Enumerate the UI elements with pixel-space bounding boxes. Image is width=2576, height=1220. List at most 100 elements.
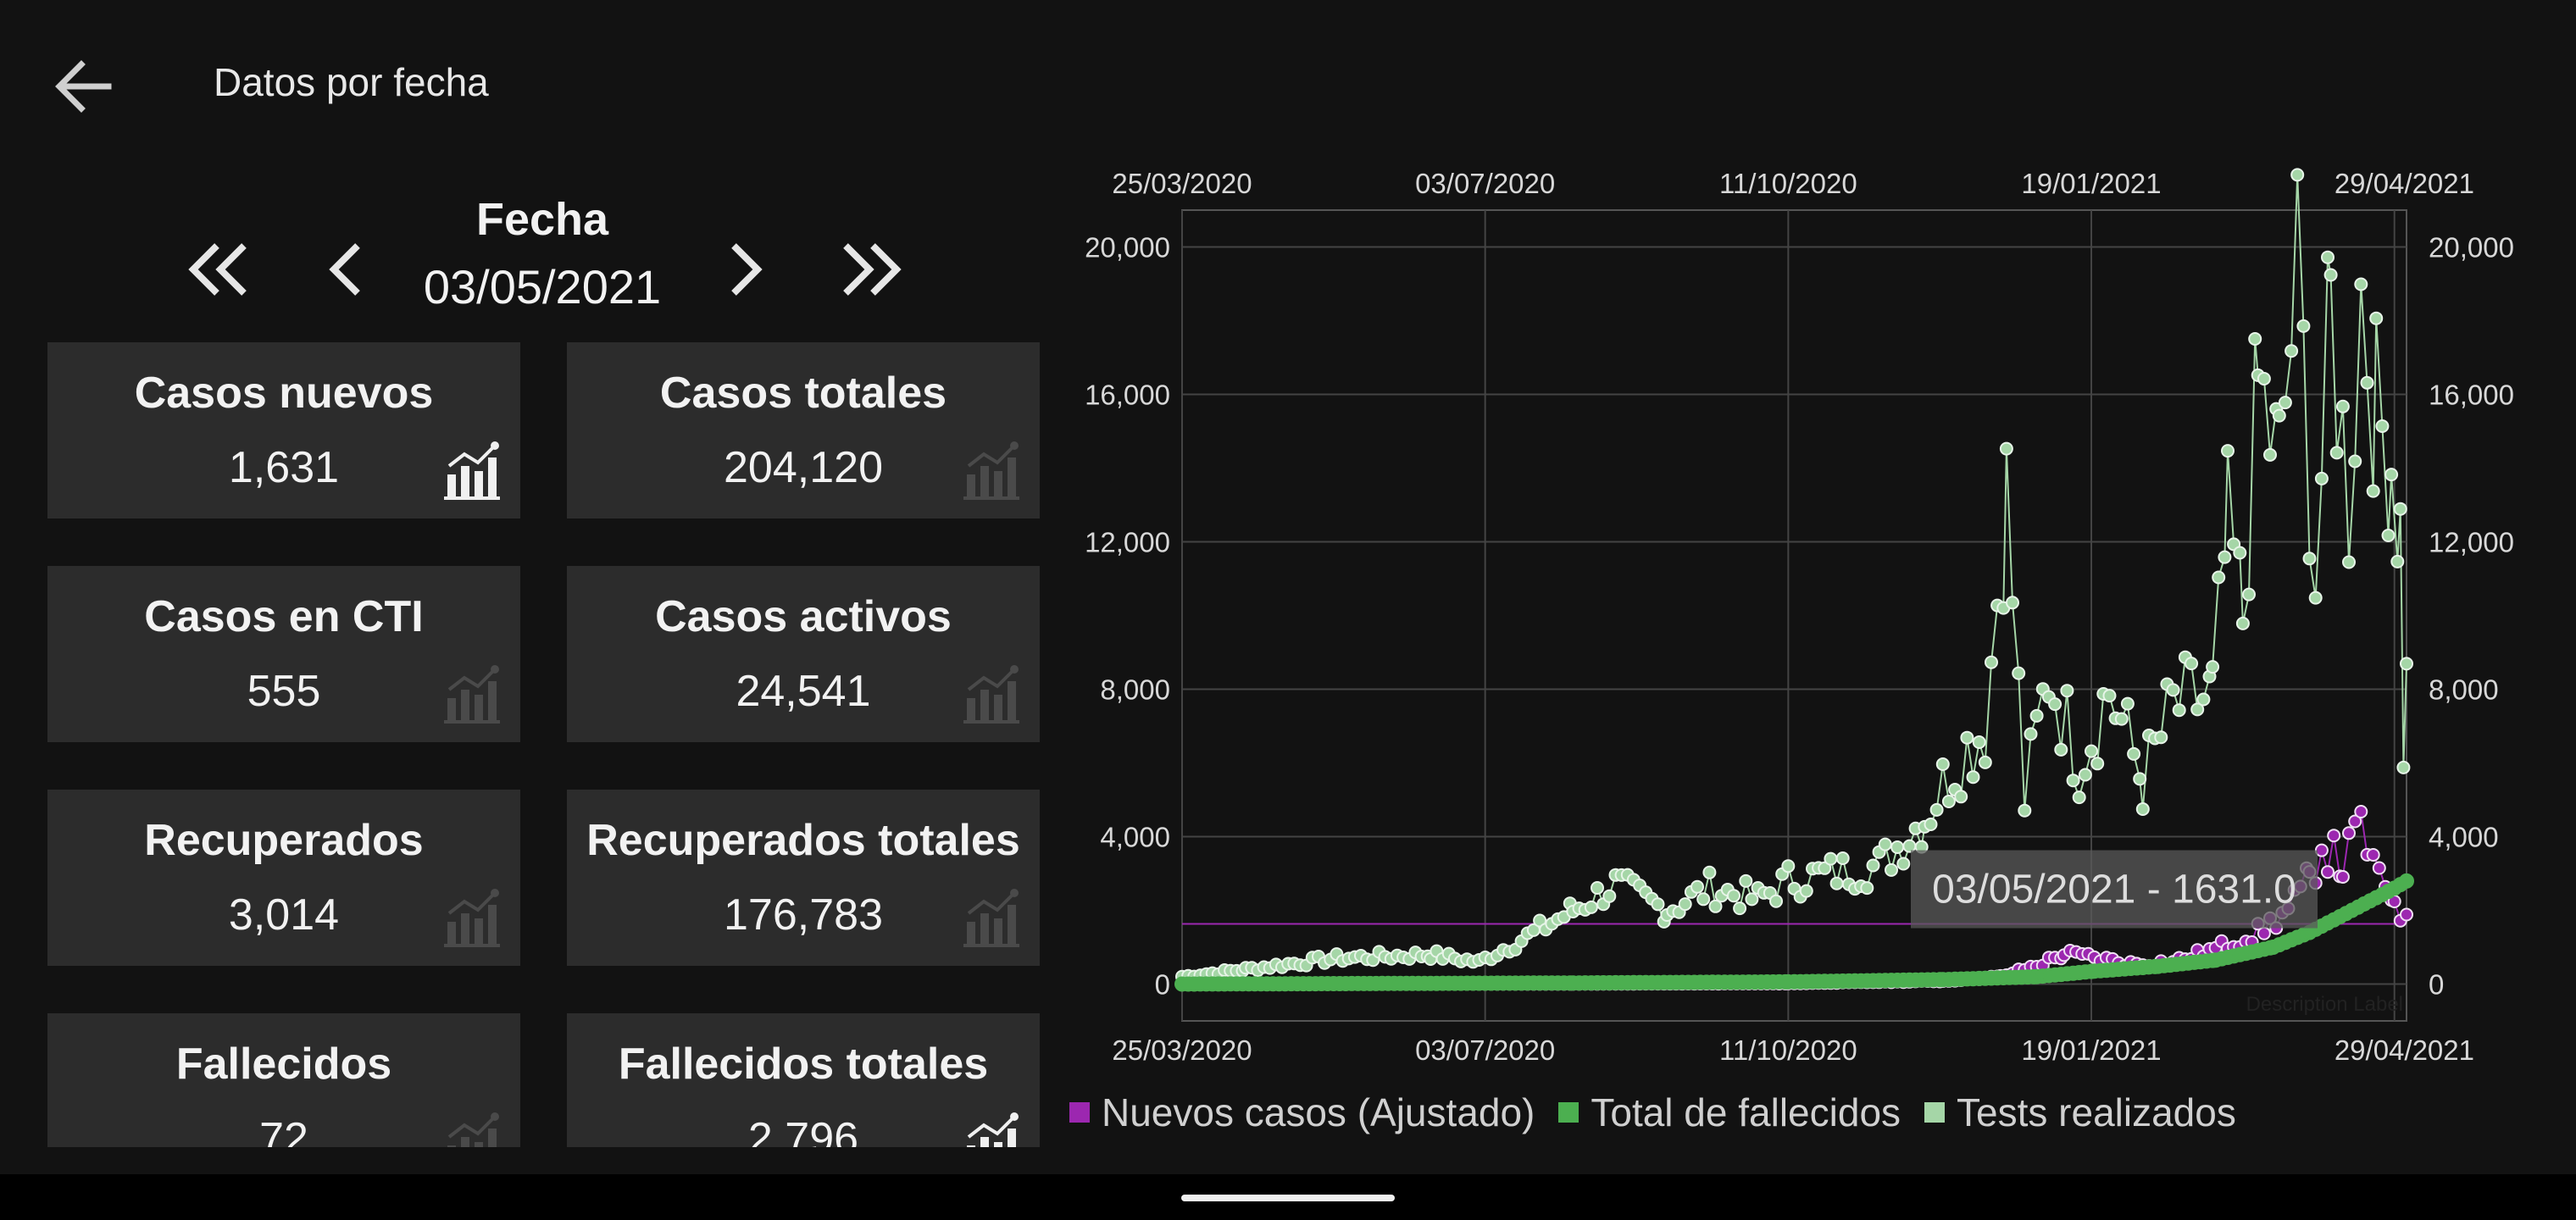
legend-swatch <box>1069 1102 1090 1123</box>
icon-baseline <box>963 496 1019 500</box>
data-point <box>1696 892 1711 907</box>
data-point <box>2248 332 2262 346</box>
data-point <box>2375 419 2390 433</box>
data-point <box>1985 655 1998 669</box>
card-fallecidos-totales[interactable]: Fallecidos totales 2,796 <box>567 1013 1040 1147</box>
data-point <box>2285 344 2299 358</box>
data-point <box>2399 873 2414 889</box>
icon-dot <box>491 441 499 450</box>
data-point <box>2066 774 2080 788</box>
icon-bar <box>447 474 456 496</box>
y-tick-label-right: 16,000 <box>2429 380 2514 411</box>
x-tick-label-bottom: 11/10/2020 <box>1719 1034 1857 1066</box>
icon-baseline <box>963 944 1019 947</box>
description-label: Description Label <box>2246 993 2403 1016</box>
icon-dot <box>491 665 499 674</box>
chart-icon[interactable] <box>442 1112 502 1147</box>
y-tick-label-left: 4,000 <box>1100 822 1170 853</box>
legend-swatch <box>1924 1102 1946 1123</box>
card-casos-nuevos[interactable]: Casos nuevos 1,631 <box>47 342 520 518</box>
icon-bar <box>461 913 469 944</box>
y-tick-label-right: 12,000 <box>2429 527 2514 558</box>
data-point <box>1739 873 1753 888</box>
icon-bar <box>475 1142 483 1147</box>
chart-icon[interactable] <box>962 1112 1021 1147</box>
card-casos-totales[interactable]: Casos totales 204,120 <box>567 342 1040 518</box>
card-recuperados[interactable]: Recuperados 3,014 <box>47 790 520 966</box>
data-point <box>1890 840 1905 854</box>
home-gesture-pill[interactable] <box>1181 1195 1395 1201</box>
data-point <box>2354 805 2368 818</box>
data-point <box>2102 689 2117 703</box>
data-point <box>2133 772 2147 786</box>
card-casos-activos[interactable]: Casos activos 24,541 <box>567 566 1040 742</box>
data-point <box>2263 447 2277 462</box>
chevron-right-icon[interactable] <box>707 227 783 312</box>
icon-bar <box>1008 458 1016 496</box>
y-tick-label-right: 0 <box>2429 969 2444 1001</box>
date-navigator: Fecha 03/05/2021 <box>0 186 1051 330</box>
data-point <box>2212 570 2226 585</box>
icon-bar <box>475 695 483 720</box>
data-point <box>1602 889 1617 903</box>
icon-bar <box>1008 1128 1016 1147</box>
data-point <box>1584 900 1598 914</box>
data-point <box>2218 550 2232 564</box>
y-tick-label-left: 0 <box>1155 969 1170 1001</box>
icon-bar <box>967 698 975 720</box>
data-point <box>1860 881 1874 896</box>
card-casos-en-cti[interactable]: Casos en CTI 555 <box>47 566 520 742</box>
icon-baseline <box>963 720 1019 724</box>
data-point <box>1690 879 1704 894</box>
data-point <box>1733 901 1747 916</box>
chart-icon[interactable] <box>442 664 502 724</box>
icon-trend-line <box>447 891 497 915</box>
chart-icon[interactable] <box>442 441 502 500</box>
double-chevron-right-icon[interactable] <box>834 227 910 312</box>
icon-dot <box>491 889 499 897</box>
card-fallecidos[interactable]: Fallecidos 72 <box>47 1013 520 1147</box>
data-point <box>1829 876 1844 890</box>
data-point <box>1966 770 1980 785</box>
data-point <box>1954 790 1968 804</box>
data-point <box>1885 862 1898 877</box>
data-point <box>2390 554 2405 568</box>
x-tick-label-top: 29/04/2021 <box>2334 168 2474 199</box>
data-point <box>2314 471 2329 485</box>
data-point <box>2400 907 2413 922</box>
icon-baseline <box>444 496 500 500</box>
chart-icon[interactable] <box>442 888 502 947</box>
data-point <box>2296 319 2311 333</box>
chart-svg[interactable]: 25/03/2020 25/03/2020 03/07/2020 03/07/2020… <box>1051 144 2576 1076</box>
icon-bar <box>994 471 1002 496</box>
chart-icon[interactable] <box>962 888 1021 947</box>
data-point <box>2029 708 2044 723</box>
x-tick-label-bottom: 29/04/2021 <box>2334 1034 2474 1066</box>
icon-bar <box>488 458 497 496</box>
legend-label: Tests realizados <box>1957 1090 2236 1134</box>
data-point <box>2393 502 2407 516</box>
data-point <box>2090 757 2105 771</box>
icon-dot <box>1010 441 1019 450</box>
double-chevron-left-icon[interactable] <box>180 227 256 312</box>
data-point <box>2235 616 2250 630</box>
icon-dot <box>1010 665 1019 674</box>
data-point <box>2384 468 2399 482</box>
data-point <box>1924 818 1938 831</box>
date-label: Fecha <box>475 194 609 245</box>
chart-icon[interactable] <box>962 441 1021 500</box>
data-point <box>2012 666 2026 680</box>
covid-chart[interactable]: 25/03/2020 25/03/2020 03/07/2020 03/07/2020… <box>1051 144 2576 1152</box>
icon-bar <box>994 695 1002 720</box>
data-point <box>1866 858 1880 873</box>
data-point <box>2048 697 2062 712</box>
card-title: Recuperados <box>144 816 424 865</box>
card-recuperados-totales[interactable]: Recuperados totales 176,783 <box>567 790 1040 966</box>
card-title: Casos en CTI <box>144 592 424 641</box>
data-point <box>1960 730 1974 745</box>
back-arrow-icon[interactable] <box>49 53 117 120</box>
card-title: Casos nuevos <box>134 369 434 418</box>
data-point <box>2302 552 2317 566</box>
chart-icon[interactable] <box>962 664 1021 724</box>
icon-bar <box>967 1145 975 1147</box>
